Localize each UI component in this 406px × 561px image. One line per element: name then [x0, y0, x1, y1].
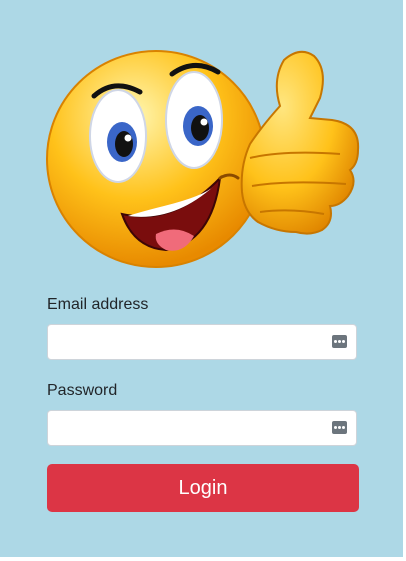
password-label: Password — [47, 382, 118, 399]
login-card: Email address Password Login — [0, 0, 403, 557]
password-input[interactable] — [48, 411, 338, 445]
password-manager-icon[interactable] — [332, 421, 347, 434]
email-label: Email address — [47, 296, 149, 313]
password-manager-icon[interactable] — [332, 335, 347, 348]
login-button[interactable]: Login — [47, 464, 359, 512]
password-field[interactable] — [47, 410, 357, 446]
thumbs-up-smiley-icon — [46, 50, 360, 268]
email-input[interactable] — [48, 325, 338, 359]
email-field[interactable] — [47, 324, 357, 360]
